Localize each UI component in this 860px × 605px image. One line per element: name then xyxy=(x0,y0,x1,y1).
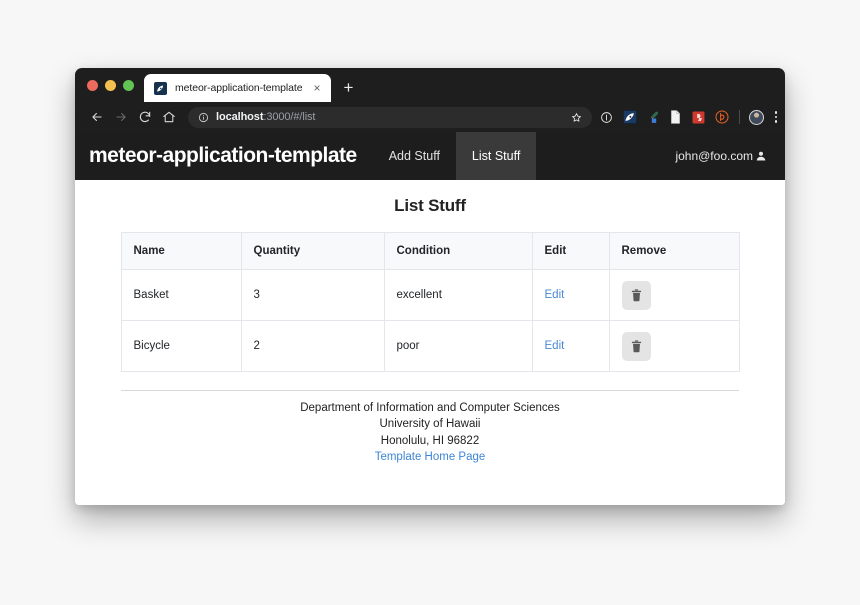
edit-link[interactable]: Edit xyxy=(545,289,565,301)
address-bar[interactable]: localhost:3000/#/list xyxy=(188,106,592,128)
meteor-extension-icon[interactable] xyxy=(622,109,638,125)
browser-window: meteor-application-template × + localhos… xyxy=(75,68,785,505)
window-minimize-button[interactable] xyxy=(105,79,116,91)
tab-strip: meteor-application-template × + xyxy=(75,68,785,102)
extension-icons xyxy=(599,109,777,125)
navbar-user-menu[interactable]: john@foo.com xyxy=(675,132,785,180)
footer-line-department: Department of Information and Computer S… xyxy=(300,402,560,414)
cell-quantity: 2 xyxy=(240,320,385,372)
cell-edit: Edit xyxy=(531,320,610,372)
trash-icon xyxy=(631,339,642,353)
cell-remove xyxy=(608,320,740,372)
page-content: List Stuff Name Quantity Condition Edit … xyxy=(75,196,785,465)
back-icon[interactable] xyxy=(85,105,109,129)
url-host: localhost xyxy=(216,111,264,123)
browser-toolbar: localhost:3000/#/list xyxy=(75,102,785,132)
nav-item-list-stuff[interactable]: List Stuff xyxy=(455,132,537,180)
forward-icon xyxy=(109,105,133,129)
window-maximize-button[interactable] xyxy=(123,79,134,91)
navbar-spacer xyxy=(536,132,675,180)
info-circle-extension-icon[interactable] xyxy=(599,109,615,125)
column-header-remove: Remove xyxy=(608,232,740,270)
site-info-icon[interactable] xyxy=(198,112,209,123)
toolbar-divider xyxy=(738,110,740,124)
puzzle-extension-icon[interactable] xyxy=(691,109,707,125)
profile-avatar[interactable] xyxy=(748,109,764,125)
window-close-button[interactable] xyxy=(87,79,98,91)
page-footer: Department of Information and Computer S… xyxy=(75,391,785,465)
table-row: Bicycle 2 poor Edit xyxy=(120,320,740,372)
footer-template-home-link[interactable]: Template Home Page xyxy=(375,451,486,463)
bookmark-star-icon[interactable] xyxy=(571,112,582,123)
kebab-menu-icon[interactable] xyxy=(771,111,777,123)
reload-icon[interactable] xyxy=(133,105,157,129)
user-email: john@foo.com xyxy=(675,149,753,163)
app-navbar: meteor-application-template Add Stuff Li… xyxy=(75,132,785,180)
column-header-quantity: Quantity xyxy=(240,232,385,270)
tab-title: meteor-application-template xyxy=(175,82,303,94)
footer-line-city: Honolulu, HI 96822 xyxy=(380,434,480,447)
cell-name: Bicycle xyxy=(120,320,242,372)
user-icon xyxy=(755,150,767,162)
cell-edit: Edit xyxy=(531,269,610,321)
page-viewport: meteor-application-template Add Stuff Li… xyxy=(75,132,785,505)
nav-item-add-stuff[interactable]: Add Stuff xyxy=(373,132,456,180)
table-row: Basket 3 excellent Edit xyxy=(120,269,740,321)
cell-condition: excellent xyxy=(383,269,533,321)
delete-button[interactable] xyxy=(621,280,651,310)
trash-icon xyxy=(631,288,642,302)
stuff-table: Name Quantity Condition Edit Remove Bask… xyxy=(120,232,740,372)
cell-quantity: 3 xyxy=(240,269,385,321)
delete-button[interactable] xyxy=(621,331,651,361)
footer-line-university: University of Hawaii xyxy=(379,418,481,431)
column-header-name: Name xyxy=(120,232,242,270)
column-header-edit: Edit xyxy=(531,232,610,270)
cell-remove xyxy=(608,269,740,321)
navbar-brand[interactable]: meteor-application-template xyxy=(89,132,373,180)
bitly-extension-icon[interactable] xyxy=(714,109,730,125)
eyedropper-extension-icon[interactable] xyxy=(645,109,661,125)
tab-close-icon[interactable]: × xyxy=(310,82,323,94)
table-header-row: Name Quantity Condition Edit Remove xyxy=(120,232,740,270)
cell-condition: poor xyxy=(383,320,533,372)
page-title: List Stuff xyxy=(394,196,466,215)
column-header-condition: Condition xyxy=(383,232,533,270)
traffic-lights xyxy=(83,68,144,102)
edit-link[interactable]: Edit xyxy=(545,340,565,352)
home-icon[interactable] xyxy=(157,105,181,129)
new-tab-button[interactable]: + xyxy=(331,79,365,102)
meteor-favicon-icon xyxy=(154,81,167,95)
url-path: :3000/#/list xyxy=(263,111,316,123)
document-extension-icon[interactable] xyxy=(668,109,684,125)
url-text: localhost:3000/#/list xyxy=(216,111,564,123)
cell-name: Basket xyxy=(120,269,242,321)
browser-tab[interactable]: meteor-application-template × xyxy=(144,74,332,102)
